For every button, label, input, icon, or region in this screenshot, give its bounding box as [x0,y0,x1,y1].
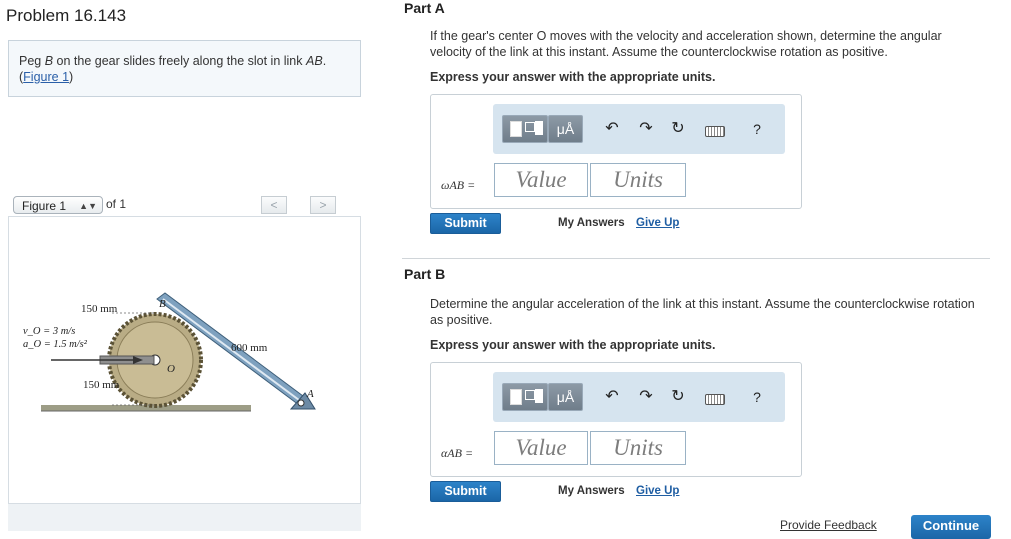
part-b-my-answers-link[interactable]: My Answers [558,485,625,497]
part-b-title: Part B [404,266,446,282]
bottom-dimension-label: 150 mm [83,379,120,391]
center-label: O [167,363,175,375]
figure-select[interactable]: Figure 1 ▲▼ [13,196,103,214]
undo-icon[interactable]: ↶ [602,118,622,138]
reset-icon[interactable]: ↻ [668,118,688,138]
part-b-question: Determine the angular acceleration of th… [430,297,975,327]
peg-label: B [159,298,166,310]
figure-panel: 150 mm 150 mm 600 mm B O A v_O = 3 m/s a… [8,216,361,516]
top-dimension-label: 150 mm [81,303,118,315]
templates-button[interactable] [502,383,548,411]
part-b-give-up-link[interactable]: Give Up [636,485,679,497]
part-a-my-answers-link[interactable]: My Answers [558,217,625,229]
units-button[interactable]: μÅ [548,383,583,411]
next-figure-button[interactable]: > [310,196,336,214]
prompt-text: Peg B on the gear slides freely along th… [19,54,327,68]
help-icon[interactable]: ? [747,389,767,405]
omega-ab-label: ωAB = [441,178,476,192]
value-input[interactable]: Value [494,431,588,465]
continue-button[interactable]: Continue [911,515,991,539]
units-input[interactable]: Units [590,163,686,197]
problem-title: Problem 16.143 [6,6,127,25]
redo-icon[interactable]: ↷ [636,386,656,406]
templates-button[interactable] [502,115,548,143]
chevron-updown-icon: ▲▼ [79,201,97,211]
part-a-instruction: Express your answer with the appropriate… [430,70,716,84]
part-a-question: If the gear's center O moves with the ve… [430,29,942,59]
part-b-submit-button[interactable]: Submit [430,481,501,502]
value-input[interactable]: Value [494,163,588,197]
part-a-answer-box: μÅ ↶ ↷ ↻ ? ωAB = Value Units [430,94,802,209]
acceleration-label: a_O = 1.5 m/s² [23,339,88,350]
problem-prompt: Peg B on the gear slides freely along th… [8,40,361,97]
units-input[interactable]: Units [590,431,686,465]
velocity-label: v_O = 3 m/s [23,326,75,337]
part-b-instruction: Express your answer with the appropriate… [430,338,716,352]
part-a-title: Part A [404,0,445,16]
keyboard-icon[interactable] [705,126,725,137]
figure-count: of 1 [106,197,127,211]
units-button[interactable]: μÅ [548,115,583,143]
pivot-label: A [306,388,314,400]
length-label: 600 mm [231,342,268,354]
figure-bottom-strip [8,503,361,531]
keyboard-icon[interactable] [705,394,725,405]
reset-icon[interactable]: ↻ [668,386,688,406]
gear-link-diagram: 150 mm 150 mm 600 mm B O A v_O = 3 m/s a… [23,292,316,412]
help-icon[interactable]: ? [747,121,767,137]
part-a-math-toolbar: μÅ ↶ ↷ ↻ ? [493,104,785,154]
alpha-ab-label: αAB = [441,446,474,460]
part-b-answer-box: μÅ ↶ ↷ ↻ ? αAB = Value Units [430,362,802,477]
part-b-math-toolbar: μÅ ↶ ↷ ↻ ? [493,372,785,422]
figure-link[interactable]: Figure 1 [23,70,69,84]
part-divider [402,258,990,259]
part-a-submit-button[interactable]: Submit [430,213,501,234]
redo-icon[interactable]: ↷ [636,118,656,138]
previous-figure-button[interactable]: < [261,196,287,214]
part-a-give-up-link[interactable]: Give Up [636,217,679,229]
undo-icon[interactable]: ↶ [602,386,622,406]
